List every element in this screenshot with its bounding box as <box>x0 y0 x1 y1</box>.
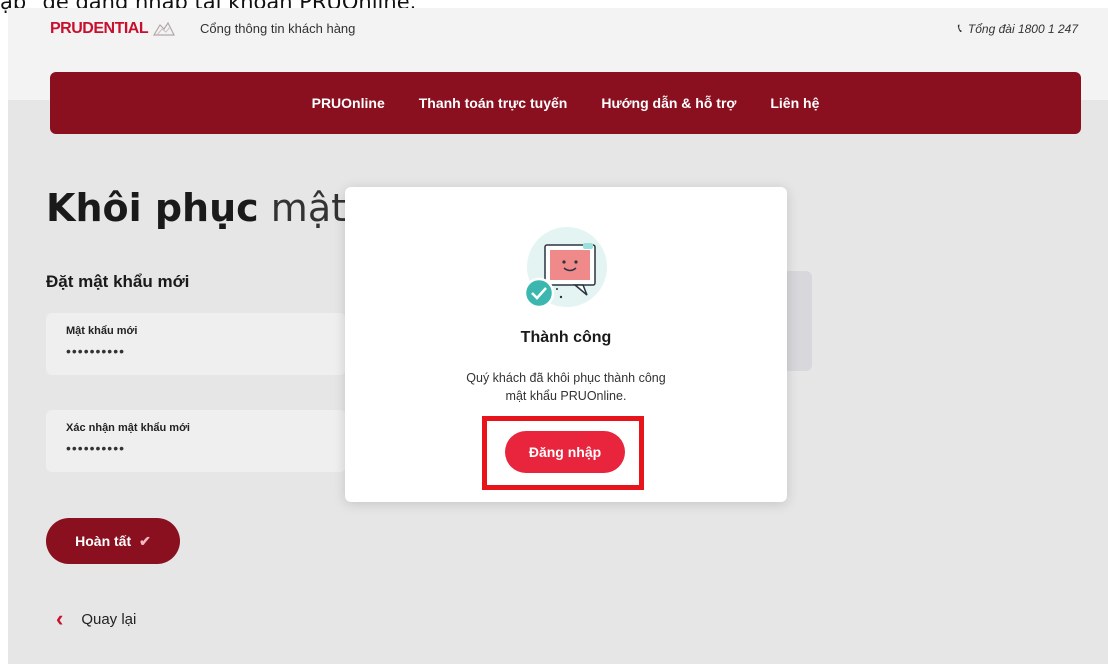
page-title: Khôi phục mật <box>46 186 346 230</box>
chevron-left-icon: ‹ <box>56 606 64 631</box>
modal-title: Thành công <box>520 329 612 346</box>
back-link[interactable]: ‹ Quay lại <box>56 608 136 630</box>
login-button[interactable]: Đăng nhập <box>505 431 625 473</box>
modal-message-line: Quý khách đã khôi phục thành công <box>466 371 666 385</box>
confirm-password-field[interactable]: Xác nhận mật khẩu mới •••••••••• <box>46 410 346 472</box>
portal-title: Cổng thông tin khách hàng <box>200 21 356 36</box>
check-icon: ✔ <box>139 532 151 549</box>
confirm-password-value[interactable]: •••••••••• <box>66 440 125 456</box>
hotline[interactable]: 📞︎ Tổng đài 1800 1 247 <box>958 21 1078 36</box>
done-button-label: Hoàn tất <box>75 533 132 549</box>
back-label: Quay lại <box>81 610 137 628</box>
section-title: Đặt mật khẩu mới <box>46 272 190 291</box>
new-password-value[interactable]: •••••••••• <box>66 343 125 359</box>
done-button[interactable]: Hoàn tất ✔ <box>46 518 180 564</box>
nav-item-help[interactable]: Hướng dẫn & hỗ trợ <box>584 95 753 111</box>
page-title-bold: Khôi phục <box>46 186 259 230</box>
new-password-label: Mật khẩu mới <box>66 325 138 337</box>
nav-item-contact[interactable]: Liên hệ <box>753 95 836 111</box>
brand-name: PRUDENTIAL <box>50 20 149 37</box>
confirm-password-label: Xác nhận mật khẩu mới <box>66 422 190 434</box>
success-modal: Thành công Quý khách đã khôi phục thành … <box>345 187 787 502</box>
modal-message: Quý khách đã khôi phục thành công mật kh… <box>345 369 787 405</box>
screenshot-root: ập" để đăng nhập tài khoản PRUOnline. PR… <box>0 0 1108 664</box>
success-illustration-icon <box>521 225 613 309</box>
rock-logo-icon <box>152 21 176 37</box>
nav-item-pruonline[interactable]: PRUOnline <box>295 95 402 111</box>
main-nav: PRUOnline Thanh toán trực tuyến Hướng dẫ… <box>50 72 1081 134</box>
prudential-logo[interactable]: PRUDENTIAL <box>50 20 176 38</box>
nav-item-online-payment[interactable]: Thanh toán trực tuyến <box>402 95 585 111</box>
new-password-field[interactable]: Mật khẩu mới •••••••••• <box>46 313 346 375</box>
modal-message-line: mật khẩu PRUOnline. <box>505 389 627 403</box>
page-title-light: mật <box>270 186 346 230</box>
phone-icon: 📞︎ <box>957 21 962 35</box>
hotline-text: Tổng đài 1800 1 247 <box>967 21 1078 36</box>
